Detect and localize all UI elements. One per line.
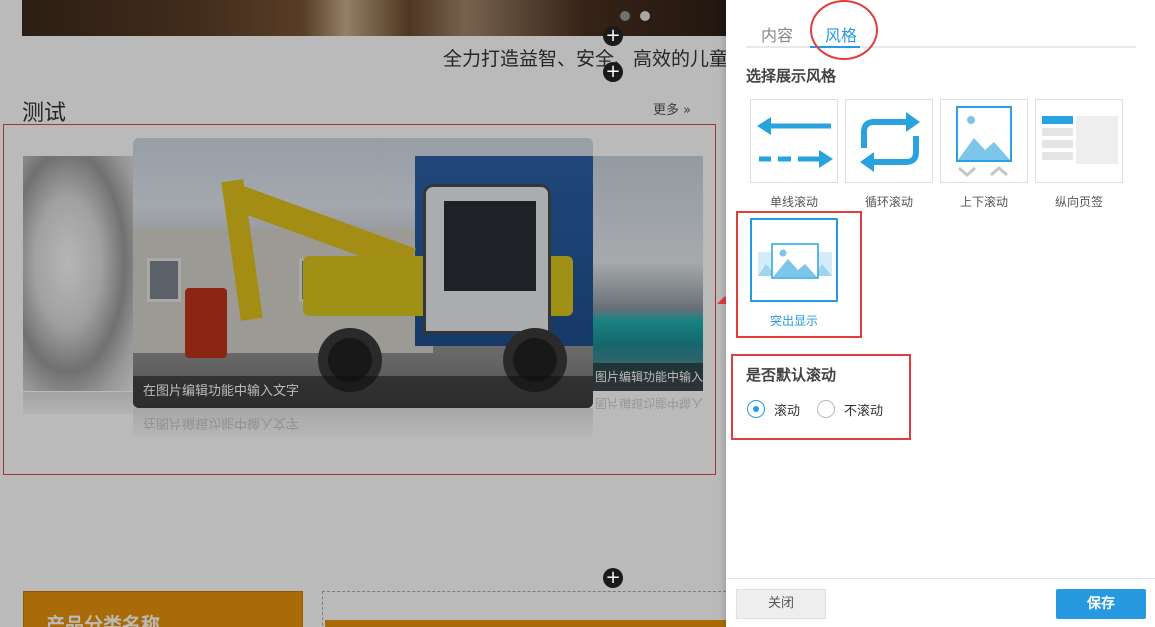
annotation-highlight-box <box>731 354 911 440</box>
save-button[interactable]: 保存 <box>1056 589 1146 619</box>
style-option-label: 上下滚动 <box>959 195 1008 209</box>
style-option-label: 循环滚动 <box>864 195 913 209</box>
style-option-loop-scroll[interactable] <box>845 99 933 183</box>
style-option-vertical-scroll[interactable] <box>940 99 1028 183</box>
annotation-circle <box>810 0 878 60</box>
loop-arrows-icon <box>860 112 920 172</box>
style-option-single-scroll[interactable] <box>750 99 838 183</box>
add-module-plus-icon[interactable]: + <box>603 62 623 82</box>
modal-overlay <box>0 0 726 627</box>
annotation-arrow-icon <box>717 296 726 304</box>
style-section-label: 选择展示风格 <box>746 67 837 85</box>
add-module-plus-icon[interactable]: + <box>603 26 623 46</box>
horizontal-arrows-icon <box>757 117 833 168</box>
style-option-label: 纵向页签 <box>1054 195 1103 209</box>
panel-tabs: 内容 风格 <box>746 20 1136 48</box>
style-option-label: 单线滚动 <box>769 195 818 209</box>
add-module-plus-icon[interactable]: + <box>603 568 623 588</box>
style-option-vertical-tabs[interactable] <box>1035 99 1123 183</box>
vertical-scroll-icon <box>956 106 1012 177</box>
annotation-highlight-box <box>736 211 862 338</box>
close-button[interactable]: 关闭 <box>736 589 826 619</box>
tab-content[interactable]: 内容 <box>761 22 793 46</box>
editor-canvas: 全力打造益智、安全、高效的儿童 测试 更多 » 图片编辑功能中输入文字 图片编辑… <box>0 0 726 627</box>
vertical-tabs-icon <box>1042 116 1118 164</box>
